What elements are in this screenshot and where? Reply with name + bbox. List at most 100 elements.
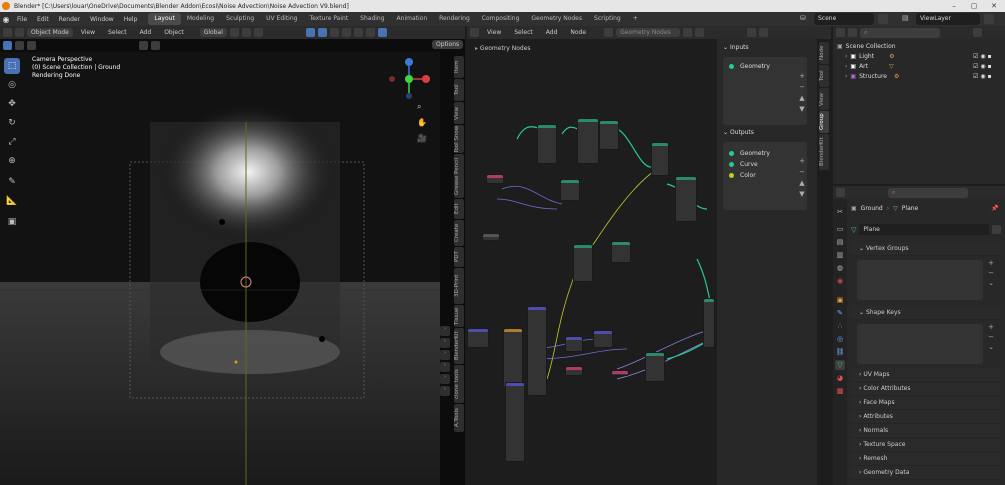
mode-selector[interactable]: Object Mode (27, 28, 73, 37)
inputs-panel-header[interactable]: ⌄ Inputs (723, 44, 749, 51)
pivot-button[interactable] (229, 28, 239, 37)
node-tab-view[interactable]: View (819, 88, 829, 110)
output-tab-icon[interactable]: ▤ (835, 237, 845, 247)
properties-editor-type-icon[interactable] (836, 188, 845, 197)
graph-node[interactable] (651, 142, 669, 176)
viewport-tab-blenderkit[interactable]: BlenderKit (454, 328, 464, 364)
workspace-tab-sculpting[interactable]: Sculpting (220, 13, 260, 25)
cursor-tool[interactable]: ◎ (4, 77, 20, 93)
viewport-menu-view[interactable]: View (76, 29, 100, 36)
graph-node[interactable] (486, 174, 504, 184)
remove-vertex-group-button[interactable]: − (985, 268, 997, 278)
shape-keys-list[interactable] (857, 324, 983, 364)
graph-node[interactable] (467, 328, 489, 348)
output-socket-item[interactable]: Color (729, 170, 807, 181)
outliner-editor-type-icon[interactable] (836, 28, 845, 37)
input-socket-item[interactable]: Geometry (723, 57, 807, 70)
graph-node[interactable] (503, 328, 523, 388)
graph-node[interactable] (675, 176, 697, 222)
checkbox-icon[interactable]: ☑ (973, 53, 978, 60)
select-tool[interactable]: ⬚ (4, 58, 20, 74)
camera-icon[interactable]: ▪ (987, 73, 991, 80)
node-overlay-button[interactable] (747, 28, 757, 37)
pan-view-icon[interactable]: ✋ (417, 118, 429, 130)
viewport-tab-a-tools[interactable]: A.Tools (454, 404, 464, 432)
panel-header-face-maps[interactable]: › Face Maps (851, 396, 1003, 410)
workspace-tab-geometry-nodes[interactable]: Geometry Nodes (525, 13, 588, 25)
node-tab-tool[interactable]: Tool (819, 65, 829, 87)
output-socket-item[interactable]: Curve (729, 159, 807, 170)
fake-user-button[interactable] (683, 28, 693, 37)
shading-wireframe-button[interactable] (341, 28, 351, 37)
viewport-search-icon[interactable] (151, 41, 160, 50)
graph-node[interactable] (645, 352, 665, 382)
eye-icon[interactable]: ◉ (980, 73, 985, 80)
mesh-data-tab-icon[interactable]: ▽ (835, 360, 845, 370)
move-input-down-button[interactable]: ▼ (797, 104, 807, 115)
add-input-button[interactable]: + (797, 71, 807, 82)
remove-output-button[interactable]: − (797, 167, 807, 178)
select-extend-icon[interactable] (15, 41, 24, 50)
tool-tab-icon[interactable]: ✂ (835, 207, 845, 217)
shape-key-menu-button[interactable]: ⌄ (985, 342, 997, 352)
add-workspace-button[interactable]: + (627, 13, 644, 25)
shading-solid-button[interactable] (353, 28, 363, 37)
graph-node[interactable] (611, 241, 631, 263)
node-editor[interactable]: View Select Add Node Geometry Nodes ▸ Ge… (467, 26, 831, 485)
panel-header-color-attributes[interactable]: › Color Attributes (851, 382, 1003, 396)
viewport-tab-view[interactable]: View (454, 102, 464, 124)
menu-edit[interactable]: Edit (32, 16, 54, 23)
proportional-edit-button[interactable] (253, 28, 263, 37)
viewport-tab-tissue[interactable]: Tissue (454, 305, 464, 327)
eye-icon[interactable]: ◉ (980, 53, 985, 60)
viewport-menu-select[interactable]: Select (103, 29, 132, 36)
maximize-button[interactable]: ▢ (964, 0, 984, 12)
properties-search-input[interactable]: ⌕ (888, 187, 968, 198)
viewport-tab-grease-pencil[interactable]: Grease Pencil (454, 154, 464, 198)
graph-node[interactable] (599, 120, 619, 150)
select-box-mode-icon[interactable] (3, 41, 12, 50)
workspace-tab-texture-paint[interactable]: Texture Paint (303, 13, 354, 25)
move-tool[interactable]: ✥ (4, 96, 20, 112)
texture-tab-icon[interactable]: ▩ (835, 386, 845, 396)
workspace-tab-compositing[interactable]: Compositing (476, 13, 526, 25)
menu-file[interactable]: File (12, 16, 32, 23)
panel-header-attributes[interactable]: › Attributes (851, 410, 1003, 424)
snap-button[interactable] (241, 28, 251, 37)
display-mode-icon[interactable] (848, 28, 857, 37)
checkbox-icon[interactable]: ☑ (973, 73, 978, 80)
graph-node[interactable] (703, 298, 715, 348)
camera-icon[interactable]: ▪ (987, 63, 991, 70)
workspace-tab-scripting[interactable]: Scripting (588, 13, 627, 25)
viewport-tab-clone-tools[interactable]: clone tools (454, 365, 464, 403)
render-tab-icon[interactable]: ▭ (835, 224, 845, 234)
view-layer-selector[interactable]: ViewLayer (916, 13, 980, 25)
node-menu-node[interactable]: Node (565, 29, 591, 36)
object-tab-icon[interactable]: ▣ (835, 295, 845, 305)
viewport-tab-create[interactable]: Create (454, 220, 464, 246)
node-tab-group[interactable]: Group (819, 111, 829, 133)
viewport-menu-object[interactable]: Object (159, 29, 189, 36)
rotate-tool[interactable]: ↻ (4, 115, 20, 131)
mesh-name-field[interactable]: Plane (859, 224, 989, 235)
gizmo-toggle-button[interactable] (305, 28, 315, 37)
eye-icon[interactable]: ◉ (980, 63, 985, 70)
scale-tool[interactable]: ⤢ (4, 134, 20, 150)
viewport-tab-pdt[interactable]: PDT (454, 247, 464, 267)
physics-tab-icon[interactable]: ◎ (835, 334, 845, 344)
graph-node[interactable] (560, 179, 580, 201)
viewport-3d[interactable]: Object Mode View Select Add Object Globa… (0, 26, 465, 485)
output-socket-item[interactable]: Geometry (729, 148, 807, 159)
annotate-tool[interactable]: ✎ (4, 174, 20, 190)
expand-icon[interactable]: › (845, 63, 847, 70)
camera-icon[interactable]: ▪ (987, 53, 991, 60)
add-cube-tool[interactable]: ▣ (4, 214, 20, 230)
menu-window[interactable]: Window (85, 16, 119, 23)
scene-tab-icon[interactable]: ◍ (835, 263, 845, 273)
vertex-group-menu-button[interactable]: ⌄ (985, 278, 997, 288)
menu-help[interactable]: Help (119, 16, 143, 23)
expand-icon[interactable]: › (845, 53, 847, 60)
transform-tool[interactable]: ⊕ (4, 153, 20, 169)
graph-node[interactable] (565, 336, 583, 352)
pin-icon[interactable]: 📌 (991, 205, 998, 212)
